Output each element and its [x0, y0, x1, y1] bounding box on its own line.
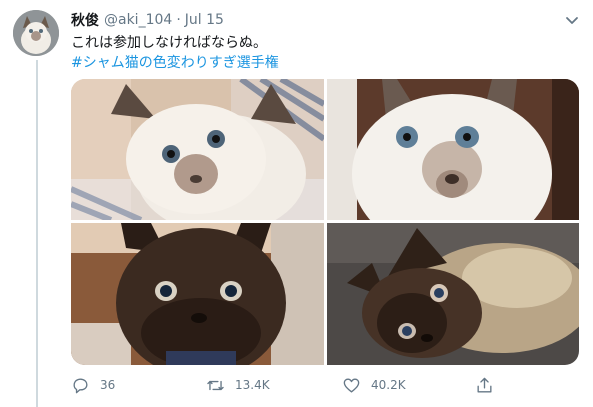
reply-button[interactable]: 36	[71, 374, 115, 396]
tweet-text: これは参加しなければならぬ。 #シャム猫の色変わりすぎ選手権	[71, 33, 279, 73]
share-button[interactable]	[475, 374, 504, 396]
reply-count: 36	[100, 378, 116, 392]
avatar[interactable]	[13, 10, 59, 56]
author-name[interactable]: 秋俊	[71, 10, 99, 30]
reply-icon	[73, 377, 88, 393]
avatar-cat-image	[13, 10, 59, 56]
thread-line	[36, 60, 38, 407]
cat-photo-4[interactable]	[327, 223, 579, 365]
meta-separator: ·	[176, 12, 181, 28]
author-handle[interactable]: @aki_104	[104, 12, 172, 28]
like-count: 40.2K	[371, 378, 406, 392]
tweet-actions: 36 13.4K 40.2K	[71, 374, 521, 398]
cat-photo-3[interactable]	[71, 223, 324, 365]
share-icon	[477, 377, 492, 393]
cat-photo-2[interactable]	[327, 79, 579, 220]
like-button[interactable]: 40.2K	[342, 374, 406, 396]
tweet-header: 秋俊 @aki_104 · Jul 15	[71, 10, 224, 30]
retweet-button[interactable]: 13.4K	[206, 374, 270, 396]
tweet-text-line: これは参加しなければならぬ。	[71, 35, 267, 51]
chevron-down-icon[interactable]	[564, 12, 580, 28]
media-grid	[71, 79, 579, 365]
retweet-count: 13.4K	[235, 378, 270, 392]
retweet-icon	[207, 380, 224, 390]
hashtag-link[interactable]: #シャム猫の色変わりすぎ選手権	[71, 53, 279, 73]
heart-icon	[343, 377, 360, 393]
cat-photo-1[interactable]	[71, 79, 324, 220]
tweet-date[interactable]: Jul 15	[185, 12, 224, 28]
